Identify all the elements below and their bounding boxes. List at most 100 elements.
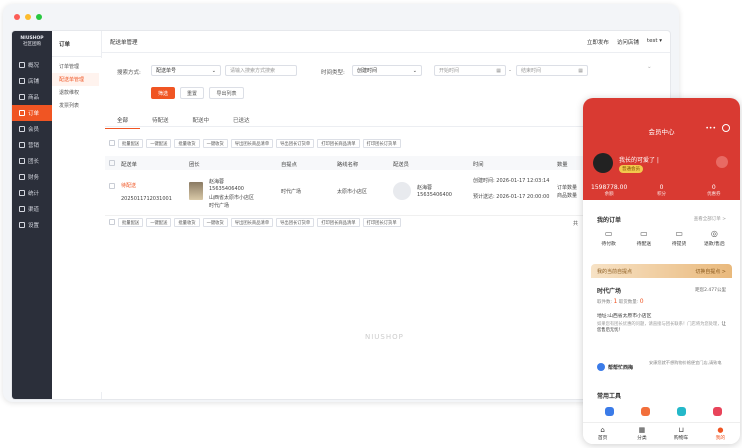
row-delivery-no[interactable]: 2025011712031001	[121, 196, 172, 202]
sidebar-item-label: 商品	[28, 95, 40, 101]
print-leader-goods-button[interactable]: 打印团长商品清单	[317, 139, 360, 148]
sidebar-item-7[interactable]: 财务	[12, 169, 52, 185]
courier-name: 赵海蓉	[417, 185, 433, 191]
orders-more-link[interactable]: 查看全部订单 >	[694, 216, 726, 222]
batch-deliver-button[interactable]: 批量配送	[118, 139, 144, 148]
pickup-banner: 我的当前自提点 切换自提点 >	[591, 264, 732, 278]
submenu-item-refund[interactable]: 退款维权	[52, 86, 101, 99]
sidebar-item-6[interactable]: 团长	[12, 153, 52, 169]
export-leader-goods-button[interactable]: 导出团长商品清单	[230, 218, 274, 227]
submenu-item-orders[interactable]: 订单管理	[52, 60, 101, 73]
start-date-input[interactable]: 开始时间 ▦	[434, 65, 506, 76]
pickup-distance: 距您2.477公里	[695, 288, 726, 293]
sidebar-item-label: 概况	[28, 63, 40, 69]
maximize-dot-icon[interactable]	[36, 14, 42, 20]
order-refund[interactable]: ◎ 退款/售后	[697, 229, 732, 247]
batch-deliver-button[interactable]: 批量配送	[118, 218, 144, 227]
col-courier: 配送员	[393, 162, 409, 168]
export-button[interactable]: 导出列表	[209, 87, 244, 99]
search-type-select[interactable]: 配送单号 ⌄	[151, 65, 221, 76]
pagination-total: 共	[573, 221, 579, 227]
publish-link[interactable]: 立即发布	[587, 38, 609, 46]
select-all-checkbox[interactable]	[109, 140, 115, 146]
tab-cart[interactable]: ⊔ 购物车	[662, 423, 701, 444]
col-qty: 数量	[557, 162, 568, 168]
search-input[interactable]: 请输入搜索方式搜索	[225, 65, 297, 76]
table-header: 配送单 团长 自提点 路线名称 配送员 时间 数量	[105, 156, 655, 170]
topbar: 配送单管理 立即发布 访问店铺 test ▾	[102, 31, 670, 53]
sidebar-item-1[interactable]: 店铺	[12, 73, 52, 89]
leader-phone: 15635406400	[209, 186, 244, 192]
sidebar-item-9[interactable]: 渠道	[12, 201, 52, 217]
export-leader-goods-button[interactable]: 导出团长商品清单	[230, 139, 274, 148]
row-checkbox[interactable]	[109, 183, 115, 189]
tool-icon[interactable]	[605, 407, 614, 416]
tab-mine[interactable]: ● 我的	[701, 423, 740, 444]
order-unpaid[interactable]: ▭ 待付款	[591, 229, 626, 247]
close-dot-icon[interactable]	[14, 14, 20, 20]
sidebar-item-2[interactable]: 商品	[12, 89, 52, 105]
minimize-dot-icon[interactable]	[25, 14, 31, 20]
switch-pickup-link[interactable]: 切换自提点 >	[695, 268, 726, 275]
settings-circle-icon[interactable]	[716, 156, 728, 168]
print-leader-goods-button[interactable]: 打印团长商品清单	[317, 218, 360, 227]
grid-icon: ▦	[638, 426, 646, 434]
member-badge: 普通会员	[619, 165, 643, 173]
sidebar-item-8[interactable]: 统计	[12, 185, 52, 201]
member-icon	[19, 126, 25, 132]
submenu-item-delivery[interactable]: 配送单管理	[52, 73, 101, 86]
sidebar-item-10[interactable]: 设置	[12, 217, 52, 233]
stat-coupons[interactable]: 0 优惠券	[688, 184, 740, 197]
end-date-input[interactable]: 结束时间 ▦	[516, 65, 588, 76]
stat-balance[interactable]: 1598778.00 余额	[583, 184, 635, 197]
batch-receive-button[interactable]: 批量收货	[174, 218, 200, 227]
leader-avatar	[189, 182, 203, 200]
export-leader-order-button[interactable]: 导出团长订货单	[276, 218, 315, 227]
stat-points[interactable]: 0 积分	[635, 184, 687, 197]
sidebar-item-5[interactable]: 营销	[12, 137, 52, 153]
tab-home[interactable]: ⌂ 首页	[583, 423, 622, 444]
tool-icon[interactable]	[677, 407, 686, 416]
sidebar-item-4[interactable]: 会员	[12, 121, 52, 137]
submenu-item-invoice[interactable]: 发票列表	[52, 99, 101, 112]
tool-icon[interactable]	[713, 407, 722, 416]
visit-shop-link[interactable]: 访问店铺	[617, 38, 639, 46]
stats-row: 1598778.00 余额 0 积分 0 优惠券	[583, 184, 740, 197]
user-menu[interactable]: test ▾	[647, 38, 662, 46]
one-click-receive-button[interactable]: 一键收货	[202, 139, 228, 148]
leader-card[interactable]: 帮帮忙西梅 安康您就不想购物价格便宜门店,请致电	[591, 356, 732, 380]
order-pickup[interactable]: ▭ 待提货	[662, 229, 697, 247]
print-leader-order-button[interactable]: 打印团长订货单	[362, 139, 401, 148]
table-row[interactable]: 待配送 2025011712031001 赵海蓉 15635406400 山西省…	[105, 176, 655, 216]
target-icon[interactable]	[722, 124, 730, 132]
stat-value: 0	[711, 184, 716, 191]
logo: NIUSHOP 社区团购	[12, 31, 52, 57]
filter-button[interactable]: 筛选	[151, 87, 175, 99]
dashboard-icon	[19, 62, 25, 68]
header-checkbox[interactable]	[109, 160, 115, 166]
sidebar-item-0[interactable]: 概况	[12, 57, 52, 73]
stat-value: 1598778.00	[591, 184, 628, 191]
tab-category[interactable]: ▦ 分类	[622, 423, 661, 444]
one-click-receive-button[interactable]: 一键收货	[202, 218, 228, 227]
collapse-chevron-icon[interactable]: ⌄	[647, 64, 652, 70]
col-delivery-no: 配送单	[121, 162, 137, 168]
sidebar: NIUSHOP 社区团购 概况店铺商品订单 会员 营销 团长 财务 统计 渠道 设置	[12, 31, 52, 399]
one-click-deliver-button[interactable]: 一键配送	[146, 218, 172, 227]
phone-tabbar: ⌂ 首页 ▦ 分类 ⊔ 购物车 ● 我的	[583, 422, 740, 444]
export-leader-order-button[interactable]: 导出团长订货单	[276, 139, 315, 148]
shop-icon	[19, 78, 25, 84]
user-avatar[interactable]	[593, 153, 613, 173]
select-all-checkbox-bottom[interactable]	[109, 219, 115, 225]
reset-button[interactable]: 重置	[180, 87, 204, 99]
one-click-deliver-button[interactable]: 一键配送	[146, 139, 172, 148]
leader-address: 山西省太原市小店区	[209, 195, 255, 201]
order-pending[interactable]: ▭ 待配送	[626, 229, 661, 247]
col-route: 路线名称	[337, 162, 359, 168]
sidebar-item-3[interactable]: 订单	[12, 105, 52, 121]
print-leader-order-button[interactable]: 打印团长订货单	[362, 218, 401, 227]
more-icon[interactable]: •••	[705, 125, 716, 132]
time-type-select[interactable]: 创建时间 ⌄	[352, 65, 422, 76]
tool-icon[interactable]	[641, 407, 650, 416]
batch-receive-button[interactable]: 批量收货	[174, 139, 200, 148]
